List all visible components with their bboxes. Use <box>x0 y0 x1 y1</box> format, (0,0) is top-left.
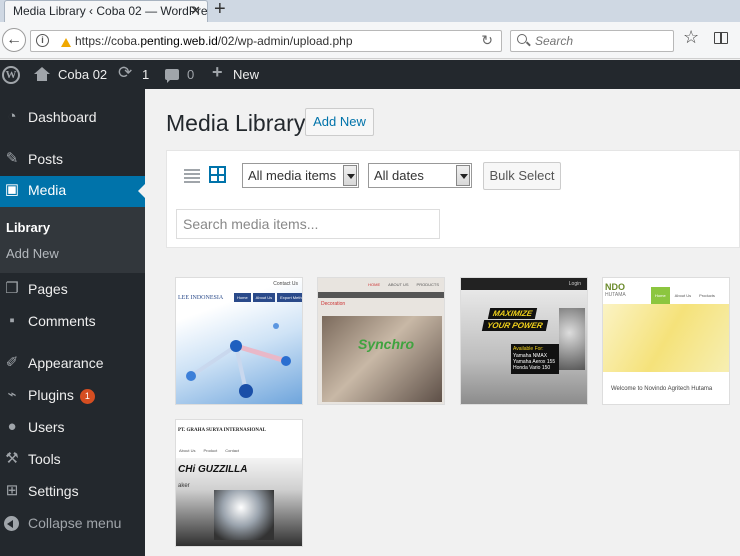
welding-photo <box>214 490 274 540</box>
thumb-nav: HOME ABOUT US PRODUCTS <box>368 282 439 287</box>
plugin-icon: ⌁ <box>7 386 17 403</box>
updates-icon[interactable]: ⟳ <box>118 63 132 83</box>
wp-admin-bar: W Coba 02 ⟳ 1 0 + New <box>0 60 740 89</box>
thumb-caption: Decoration <box>321 301 346 307</box>
comments-count[interactable]: 0 <box>187 60 194 89</box>
sidebar-item-plugins[interactable]: ⌁ Plugins 1 <box>0 381 145 411</box>
sidebar-item-pages[interactable]: ❐ Pages <box>0 275 145 305</box>
plugins-update-badge: 1 <box>79 389 95 404</box>
comments-icon[interactable] <box>165 69 179 83</box>
paintbrush-icon: ✐ <box>5 354 19 371</box>
warning-lock-icon[interactable] <box>61 38 71 47</box>
submenu-item-library[interactable]: Library <box>6 220 50 235</box>
thumb-welcome: Welcome to Novindo Agritech Hutama <box>611 386 713 392</box>
updates-count[interactable]: 1 <box>142 60 149 89</box>
media-attachment[interactable]: Contact Us LEE INDONESIA Home About Us E… <box>175 277 303 405</box>
banner-image <box>603 304 729 372</box>
media-attachment[interactable]: NDO HUTAMA Home About Us Products Welcom… <box>602 277 730 405</box>
info-icon[interactable]: i <box>36 34 49 47</box>
url-text: https://coba.penting.web.id/02/wp-admin/… <box>75 34 353 48</box>
thumb-logo: CHi GUZZILLA <box>178 464 248 475</box>
browser-search-box[interactable] <box>510 30 674 52</box>
pushpin-icon: ✎ <box>5 150 19 167</box>
thumb-logo: Synchro <box>358 336 415 352</box>
sidebar-item-users[interactable]: ● Users <box>0 413 145 443</box>
admin-sidebar: ◔ Dashboard ✎ Posts ▣ Media Library Add … <box>0 89 145 556</box>
comment-bubble-icon: ▪ <box>9 312 15 329</box>
list-view-icon[interactable] <box>184 169 200 183</box>
submenu-item-add-new[interactable]: Add New <box>6 246 59 261</box>
plus-icon[interactable]: + <box>212 62 223 83</box>
url-bar[interactable]: i https://coba.penting.web.id/02/wp-admi… <box>30 30 502 52</box>
exhaust-pipe <box>559 308 585 370</box>
models-box: Available For: Yamaha NMAX Yamaha Aerox … <box>511 344 559 374</box>
reload-icon[interactable]: ↻ <box>481 32 493 49</box>
grid-view-icon[interactable] <box>209 166 226 183</box>
dashboard-gauge-icon: ◔ <box>7 108 17 125</box>
site-name-link[interactable]: Coba 02 <box>58 60 107 89</box>
sidebar-item-posts[interactable]: ✎ Posts <box>0 145 145 175</box>
search-icon <box>517 34 527 44</box>
thumb-nav: About Us Product Contact <box>179 448 240 453</box>
thumb-banner-2: YOUR POWER <box>481 320 548 331</box>
browser-search-input[interactable] <box>533 33 669 49</box>
media-type-filter[interactable]: All media items <box>242 163 359 188</box>
browser-tab-bar: Media Library ‹ Coba 02 — WordPress ✕ + <box>0 0 740 22</box>
media-submenu: Library Add New <box>0 207 145 273</box>
browser-nav-bar: ← i https://coba.penting.web.id/02/wp-ad… <box>0 22 740 59</box>
thumb-header-bar <box>318 292 444 298</box>
media-toolbar: All media items All dates Bulk Select <box>166 150 740 248</box>
interior-photo <box>322 316 442 402</box>
media-attachment[interactable]: PT. GRAHA SURYA INTERNASIONAL About Us P… <box>175 419 303 547</box>
sidebar-item-tools[interactable]: ⚒ Tools <box>0 445 145 475</box>
browser-tab[interactable]: Media Library ‹ Coba 02 — WordPress ✕ <box>4 0 208 22</box>
new-tab-icon[interactable]: + <box>214 0 226 21</box>
thumb-nav: Home About Us Products <box>651 287 718 304</box>
new-content-link[interactable]: New <box>233 60 259 89</box>
thumb-brand: NDO <box>605 282 625 292</box>
bookmark-star-icon[interactable]: ☆ <box>683 27 699 48</box>
thumb-nav: Home About Us Export Methods <box>234 293 302 302</box>
media-attachment[interactable]: Login MAXIMIZE YOUR POWER Available For:… <box>460 277 588 405</box>
close-tab-icon[interactable]: ✕ <box>190 3 201 19</box>
sidebar-item-media[interactable]: ▣ Media <box>0 176 145 207</box>
reader-view-icon[interactable] <box>714 32 728 44</box>
pages-icon: ❐ <box>5 280 19 297</box>
molecule-image <box>186 323 291 398</box>
browser-tab-title: Media Library ‹ Coba 02 — WordPress <box>13 4 208 18</box>
thumb-banner-1: MAXIMIZE <box>487 308 538 319</box>
thumb-brand: PT. GRAHA SURYA INTERNASIONAL <box>178 428 266 433</box>
thumb-contact-link: Contact Us <box>273 281 298 287</box>
sidebar-item-comments[interactable]: ▪ Comments <box>0 307 145 337</box>
sidebar-item-settings[interactable]: ⊞ Settings <box>0 477 145 507</box>
page-title: Media Library <box>166 110 306 136</box>
thumb-brand: LEE INDONESIA <box>178 295 224 301</box>
wordpress-logo-icon[interactable]: W <box>2 66 20 84</box>
date-filter[interactable]: All dates <box>368 163 472 188</box>
media-attachment[interactable]: HOME ABOUT US PRODUCTS Decoration Synchr… <box>317 277 445 405</box>
bulk-select-button[interactable]: Bulk Select <box>483 162 561 190</box>
active-indicator-arrow <box>138 184 145 198</box>
dropdown-arrow-icon <box>343 165 357 186</box>
thumb-login-link: Login <box>568 281 581 287</box>
user-icon: ● <box>7 418 17 435</box>
thumb-sub: aker <box>178 483 190 489</box>
thumb-brand-sub: HUTAMA <box>605 292 626 298</box>
back-arrow-icon[interactable]: ← <box>2 28 26 52</box>
sidebar-collapse-menu[interactable]: Collapse menu <box>0 509 145 539</box>
wrench-icon: ⚒ <box>5 450 19 467</box>
sidebar-item-dashboard[interactable]: ◔ Dashboard <box>0 103 145 133</box>
home-icon[interactable] <box>34 67 50 81</box>
collapse-arrow-icon <box>4 516 19 531</box>
media-icon: ▣ <box>4 181 20 198</box>
dropdown-arrow-icon <box>456 165 470 186</box>
sidebar-item-appearance[interactable]: ✐ Appearance <box>0 349 145 379</box>
settings-sliders-icon: ⊞ <box>5 482 19 499</box>
add-new-button[interactable]: Add New <box>305 108 374 136</box>
media-search-input[interactable] <box>176 209 440 239</box>
